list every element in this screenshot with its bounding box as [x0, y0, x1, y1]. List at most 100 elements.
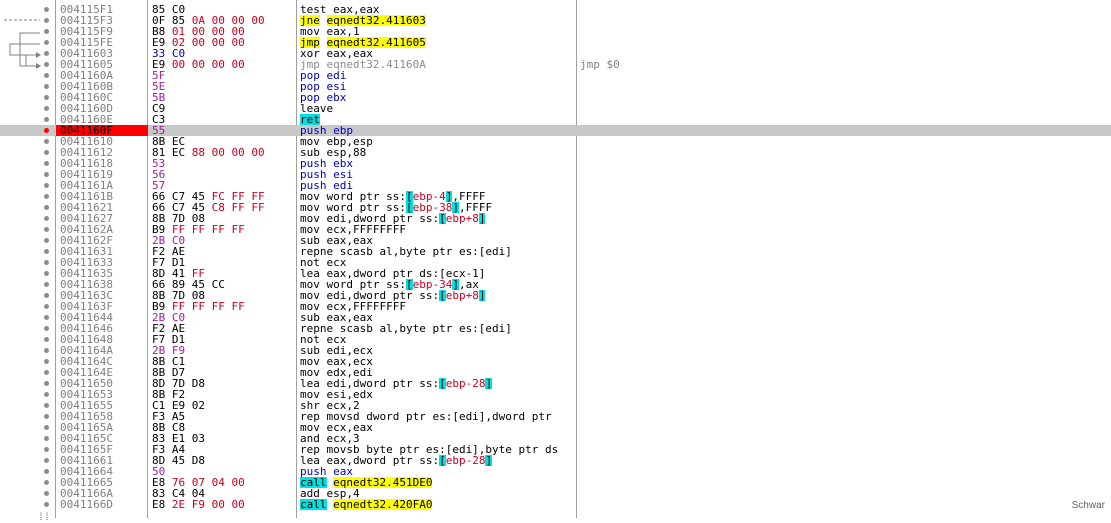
- disasm-row[interactable]: 0041166D E8 2E F9 00 00 call eqnedt32.420F…: [0, 499, 1111, 510]
- breakpoint-slot-icon[interactable]: [44, 425, 49, 430]
- disasm-row[interactable]: 00411644 2B C0 sub eax,eax: [0, 312, 1111, 323]
- disasm-row[interactable]: 0041161A 57 push edi: [0, 180, 1111, 191]
- breakpoint-slot-icon[interactable]: [44, 414, 49, 419]
- breakpoint-slot-icon[interactable]: [44, 227, 49, 232]
- breakpoint-slot-icon[interactable]: [44, 403, 49, 408]
- disasm-row[interactable]: 00411603 33 C0 xor eax,eax: [0, 48, 1111, 59]
- disasm-row[interactable]: 004115F1 85 C0 test eax,eax: [0, 4, 1111, 15]
- breakpoint-slot-icon[interactable]: [44, 106, 49, 111]
- disasm-row[interactable]: 00411612 81 EC 88 00 00 00 sub esp,88: [0, 147, 1111, 158]
- disasm-row[interactable]: 00411610 8B EC mov ebp,esp: [0, 136, 1111, 147]
- disasm-row[interactable]: 0041164E 8B D7 mov edx,edi: [0, 367, 1111, 378]
- disasm-row[interactable]: 00411658 F3 A5 rep movsd dword ptr es:[edi…: [0, 411, 1111, 422]
- breakpoint-slot-icon[interactable]: [44, 315, 49, 320]
- breakpoint-slot-icon[interactable]: [44, 95, 49, 100]
- disasm-row[interactable]: 00411618 53 push ebx: [0, 158, 1111, 169]
- disasm-row[interactable]: 0041163F B9 FF FF FF FF mov ecx,FFFFFFFF: [0, 301, 1111, 312]
- breakpoint-slot-icon[interactable]: [44, 436, 49, 441]
- breakpoint-slot-icon[interactable]: [44, 480, 49, 485]
- breakpoint-slot-icon[interactable]: [44, 183, 49, 188]
- breakpoint-slot-icon[interactable]: [44, 139, 49, 144]
- breakpoint-slot-icon[interactable]: [44, 62, 49, 67]
- breakpoint-slot-icon[interactable]: [44, 150, 49, 155]
- disasm-row[interactable]: 00411646 F2 AE repne scasb al,byte ptr es:…: [0, 323, 1111, 334]
- breakpoint-slot-icon[interactable]: [44, 7, 49, 12]
- breakpoint-slot-icon[interactable]: [44, 293, 49, 298]
- disasm-row[interactable]: 00411665 E8 76 07 04 00 call eqnedt32.451D…: [0, 477, 1111, 488]
- breakpoint-icon[interactable]: [44, 128, 49, 133]
- disasm-row[interactable]: 0041160F 55 push ebp: [0, 125, 1111, 136]
- disasm-row[interactable]: 004115F9 B8 01 00 00 00 mov eax,1: [0, 26, 1111, 37]
- disasm-row[interactable]: 00411635 8D 41 FF lea eax,dword ptr ds:[ec…: [0, 268, 1111, 279]
- breakpoint-slot-icon[interactable]: [44, 249, 49, 254]
- disasm-row[interactable]: 0041162F 2B C0 sub eax,eax: [0, 235, 1111, 246]
- disasm-row[interactable]: 00411650 8D 7D D8 lea edi,dword ptr ss:[eb…: [0, 378, 1111, 389]
- breakpoint-slot-icon[interactable]: [44, 29, 49, 34]
- breakpoint-slot-icon[interactable]: [44, 161, 49, 166]
- disasm-row[interactable]: 00411619 56 push esi: [0, 169, 1111, 180]
- disasm-row[interactable]: 00411653 8B F2 mov esi,edx: [0, 389, 1111, 400]
- breakpoint-slot-icon[interactable]: [44, 370, 49, 375]
- breakpoint-slot-icon[interactable]: [44, 216, 49, 221]
- breakpoint-slot-icon[interactable]: [44, 348, 49, 353]
- disasm-row[interactable]: 0041162A B9 FF FF FF FF mov ecx,FFFFFFFF: [0, 224, 1111, 235]
- disasm-row[interactable]: 004115F3 0F 85 0A 00 00 00 jne eqnedt32.41…: [0, 15, 1111, 26]
- breakpoint-slot-icon[interactable]: [44, 326, 49, 331]
- breakpoint-slot-icon[interactable]: [44, 458, 49, 463]
- disasm-row[interactable]: 00411633 F7 D1 not ecx: [0, 257, 1111, 268]
- disasm-row[interactable]: 00411631 F2 AE repne scasb al,byte ptr es:…: [0, 246, 1111, 257]
- byte-segment: C8 FF FF: [211, 202, 265, 213]
- breakpoint-slot-icon[interactable]: [44, 337, 49, 342]
- disasm-row[interactable]: 00411638 66 89 45 CC mov word ptr ss:[ebp-…: [0, 279, 1111, 290]
- breakpoint-slot-icon[interactable]: [44, 51, 49, 56]
- disasm-row[interactable]: 00411627 8B 7D 08 mov edi,dword ptr ss:[eb…: [0, 213, 1111, 224]
- breakpoint-slot-icon[interactable]: [44, 381, 49, 386]
- disasm-row[interactable]: 004115FE E9 02 00 00 00 jmp eqnedt32.41160…: [0, 37, 1111, 48]
- disasm-row[interactable]: 0041160A 5F pop edi: [0, 70, 1111, 81]
- breakpoint-slot-icon[interactable]: [44, 359, 49, 364]
- disasm-row[interactable]: 0041166A 83 C4 04 add esp,4: [0, 488, 1111, 499]
- breakpoint-slot-icon[interactable]: [44, 117, 49, 122]
- row-address: 004115F9: [60, 26, 113, 37]
- disasm-row[interactable]: 0041164A 2B F9 sub edi,ecx: [0, 345, 1111, 356]
- breakpoint-slot-icon[interactable]: [44, 73, 49, 78]
- disasm-row[interactable]: 00411621 66 C7 45 C8 FF FF mov word ptr ss…: [0, 202, 1111, 213]
- breakpoint-slot-icon[interactable]: [44, 84, 49, 89]
- scroll-grip-icon[interactable]: ⁞⁞: [38, 512, 50, 523]
- breakpoint-slot-icon[interactable]: [44, 282, 49, 287]
- breakpoint-slot-icon[interactable]: [44, 40, 49, 45]
- disasm-row[interactable]: 0041161B 66 C7 45 FC FF FF mov word ptr ss…: [0, 191, 1111, 202]
- breakpoint-slot-icon[interactable]: [44, 304, 49, 309]
- disasm-row[interactable]: 0041160D C9 leave: [0, 103, 1111, 114]
- breakpoint-slot-icon[interactable]: [44, 447, 49, 452]
- breakpoint-slot-icon[interactable]: [44, 260, 49, 265]
- disasm-row[interactable]: 0041160E C3 ret: [0, 114, 1111, 125]
- breakpoint-slot-icon[interactable]: [44, 205, 49, 210]
- breakpoint-slot-icon[interactable]: [44, 469, 49, 474]
- disasm-row[interactable]: 00411661 8D 45 D8 lea eax,dword ptr ss:[eb…: [0, 455, 1111, 466]
- disasm-row[interactable]: 00411648 F7 D1 not ecx: [0, 334, 1111, 345]
- disassembly-view[interactable]: 004115F1 85 C0 test eax,eax 004115F3 0F 85 0…: [0, 0, 1111, 523]
- breakpoint-slot-icon[interactable]: [44, 271, 49, 276]
- instruction-segment: push esi: [300, 169, 353, 180]
- byte-segment: 57: [152, 180, 166, 191]
- disasm-row[interactable]: 0041165F F3 A4 rep movsb byte ptr es:[edi]…: [0, 444, 1111, 455]
- disasm-row[interactable]: 00411655 C1 E9 02 shr ecx,2: [0, 400, 1111, 411]
- disasm-row[interactable]: 0041160C 5B pop ebx: [0, 92, 1111, 103]
- breakpoint-slot-icon[interactable]: [44, 194, 49, 199]
- breakpoint-slot-icon[interactable]: [44, 18, 49, 23]
- row-comment: [580, 257, 780, 268]
- disasm-row[interactable]: 0041163C 8B 7D 08 mov edi,dword ptr ss:[eb…: [0, 290, 1111, 301]
- disasm-row[interactable]: 0041164C 8B C1 mov eax,ecx: [0, 356, 1111, 367]
- breakpoint-slot-icon[interactable]: [44, 392, 49, 397]
- breakpoint-slot-icon[interactable]: [44, 172, 49, 177]
- disasm-row[interactable]: 0041160B 5E pop esi: [0, 81, 1111, 92]
- disasm-row[interactable]: 0041165A 8B C8 mov ecx,eax: [0, 422, 1111, 433]
- breakpoint-slot-icon[interactable]: [44, 238, 49, 243]
- breakpoint-slot-icon[interactable]: [44, 491, 49, 496]
- disasm-row[interactable]: 00411605 E9 00 00 00 00 jmp eqnedt32.41160…: [0, 59, 1111, 70]
- breakpoint-slot-icon[interactable]: [44, 502, 49, 507]
- disasm-row[interactable]: 0041165C 83 E1 03 and ecx,3: [0, 433, 1111, 444]
- disasm-row[interactable]: 00411664 50 push eax: [0, 466, 1111, 477]
- instruction-segment: push ebp: [300, 125, 353, 136]
